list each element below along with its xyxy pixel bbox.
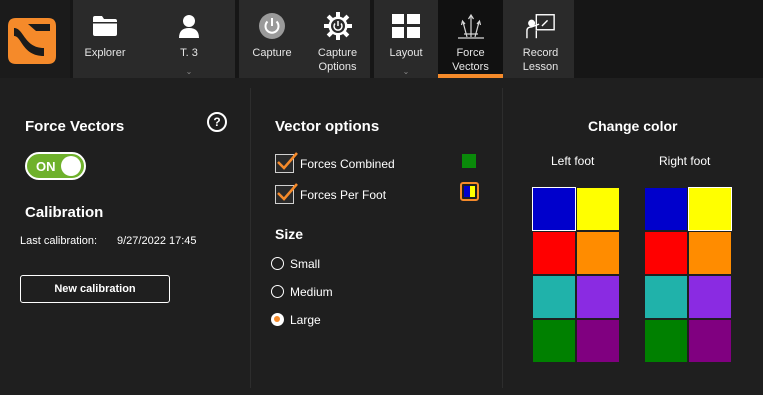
user-icon bbox=[174, 12, 204, 40]
force-vectors-icon bbox=[456, 12, 486, 40]
size-large-radio[interactable] bbox=[271, 313, 284, 326]
layout-label: Layout bbox=[389, 47, 423, 59]
force-vectors-toggle[interactable]: ON bbox=[25, 152, 86, 180]
column-divider bbox=[502, 88, 503, 388]
size-large-label: Large bbox=[290, 313, 321, 327]
forces-combined-checkbox[interactable] bbox=[275, 152, 298, 173]
last-calibration-label: Last calibration: bbox=[20, 235, 98, 247]
right-foot-color-swatch[interactable] bbox=[689, 232, 731, 274]
check-icon bbox=[277, 152, 298, 170]
size-small-label: Small bbox=[290, 257, 321, 271]
forces-combined-color-swatch[interactable] bbox=[462, 154, 476, 168]
user-button[interactable]: T. 3 ⌄ bbox=[143, 0, 235, 78]
explorer-label: Explorer bbox=[84, 47, 126, 59]
left-foot-color-swatch[interactable] bbox=[577, 232, 619, 274]
left-foot-color-swatch[interactable] bbox=[532, 187, 576, 231]
new-calibration-button[interactable]: New calibration bbox=[20, 275, 170, 303]
toolbar-group-view: Layout ⌄ Force Vectors Record Lesson bbox=[374, 0, 574, 78]
change-color-title: Change color bbox=[588, 118, 678, 134]
toolbar-group-explorer: Explorer T. 3 ⌄ bbox=[73, 0, 235, 78]
grid-layout-icon bbox=[391, 12, 421, 40]
right-foot-color bbox=[469, 186, 475, 197]
right-foot-color-swatch[interactable] bbox=[645, 188, 687, 230]
teacher-board-icon bbox=[525, 12, 556, 40]
force-vectors-panel: Force Vectors ? ON Calibration Last cali… bbox=[0, 78, 763, 395]
right-foot-color-swatch[interactable] bbox=[688, 187, 732, 231]
right-foot-color-swatch[interactable] bbox=[645, 276, 687, 318]
check-icon bbox=[277, 183, 298, 201]
power-icon bbox=[257, 12, 287, 40]
column-divider bbox=[250, 88, 251, 388]
chevron-down-icon: ⌄ bbox=[185, 67, 193, 76]
toolbar: Explorer T. 3 ⌄ Capture Capture Options … bbox=[0, 0, 763, 78]
toggle-knob bbox=[61, 156, 81, 176]
help-icon[interactable]: ? bbox=[207, 112, 227, 132]
toggle-label: ON bbox=[36, 159, 56, 174]
capture-button[interactable]: Capture bbox=[239, 0, 305, 78]
capture-options-button[interactable]: Capture Options bbox=[305, 0, 370, 78]
left-foot-color-swatch[interactable] bbox=[577, 320, 619, 362]
layout-button[interactable]: Layout ⌄ bbox=[374, 0, 438, 78]
left-foot-color-swatch[interactable] bbox=[533, 276, 575, 318]
right-foot-color-swatch[interactable] bbox=[689, 320, 731, 362]
forces-per-foot-label: Forces Per Foot bbox=[300, 188, 387, 202]
right-foot-color-swatch[interactable] bbox=[645, 232, 687, 274]
calibration-title: Calibration bbox=[25, 204, 104, 221]
toolbar-group-capture: Capture Capture Options bbox=[239, 0, 370, 78]
size-medium-radio[interactable] bbox=[271, 285, 284, 298]
size-medium-label: Medium bbox=[290, 285, 333, 299]
force-vectors-label: Force Vectors bbox=[452, 47, 489, 73]
forces-per-foot-color-swatch[interactable] bbox=[460, 182, 479, 201]
gear-power-icon bbox=[323, 12, 353, 40]
capture-label: Capture bbox=[252, 47, 292, 59]
chevron-down-icon: ⌄ bbox=[402, 67, 410, 76]
right-foot-label: Right foot bbox=[659, 154, 711, 168]
left-foot-color-swatch[interactable] bbox=[577, 276, 619, 318]
forces-combined-label: Forces Combined bbox=[300, 157, 395, 171]
size-title: Size bbox=[275, 226, 304, 242]
right-foot-color-swatch[interactable] bbox=[689, 276, 731, 318]
record-lesson-button[interactable]: Record Lesson bbox=[507, 0, 574, 78]
left-foot-color-swatch[interactable] bbox=[577, 188, 619, 230]
folder-icon bbox=[90, 12, 120, 40]
left-foot-label: Left foot bbox=[551, 154, 595, 168]
left-foot-color-swatch[interactable] bbox=[533, 232, 575, 274]
capture-options-label: Capture Options bbox=[317, 47, 358, 73]
last-calibration-value: 9/27/2022 17:45 bbox=[117, 235, 197, 247]
app-logo-icon bbox=[8, 18, 56, 64]
user-label: T. 3 bbox=[180, 47, 198, 59]
forces-per-foot-checkbox[interactable] bbox=[275, 183, 298, 204]
force-vectors-button[interactable]: Force Vectors bbox=[438, 0, 503, 78]
vector-options-title: Vector options bbox=[275, 118, 380, 135]
force-vectors-title: Force Vectors bbox=[25, 118, 125, 135]
right-foot-color-swatch[interactable] bbox=[645, 320, 687, 362]
left-foot-color-swatch[interactable] bbox=[533, 320, 575, 362]
record-lesson-label: Record Lesson bbox=[522, 47, 559, 73]
logo-area bbox=[0, 0, 70, 78]
explorer-button[interactable]: Explorer bbox=[73, 0, 137, 78]
size-small-radio[interactable] bbox=[271, 257, 284, 270]
